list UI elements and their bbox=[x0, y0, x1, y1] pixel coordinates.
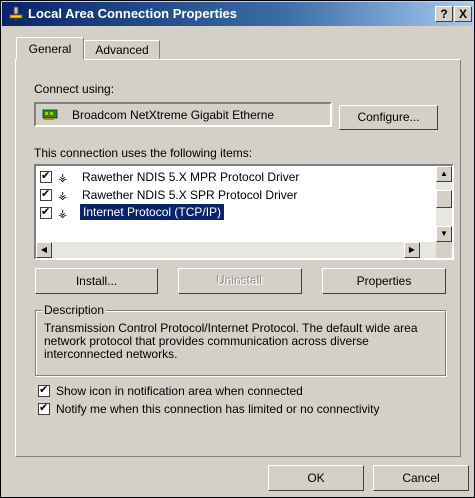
description-title: Description bbox=[42, 303, 107, 317]
protocol-icon: ⚶ bbox=[58, 190, 68, 202]
properties-button[interactable]: Properties bbox=[322, 268, 446, 294]
help-icon: ? bbox=[440, 7, 448, 21]
show-icon-label: Show icon in notification area when conn… bbox=[56, 384, 303, 398]
protocol-icon: ⚶ bbox=[58, 208, 68, 220]
horizontal-scrollbar[interactable]: ◀ ▶ bbox=[36, 242, 436, 258]
adapter-name: Broadcom NetXtreme Gigabit Etherne bbox=[72, 108, 275, 122]
cancel-button-label: Cancel bbox=[402, 471, 440, 485]
scroll-right-button[interactable]: ▶ bbox=[404, 242, 420, 258]
tab-advanced-label: Advanced bbox=[95, 43, 149, 57]
components-list-body: ⚶ Rawether NDIS 5.X MPR Protocol Driver … bbox=[36, 166, 436, 242]
description-text: Transmission Control Protocol/Internet P… bbox=[44, 321, 418, 361]
general-tab-panel: Connect using: Broadcom NetXtreme Gigabi… bbox=[15, 59, 461, 457]
item-checkbox[interactable] bbox=[40, 205, 52, 219]
help-button[interactable]: ? bbox=[435, 6, 453, 22]
vertical-scrollbar[interactable]: ▲ ▼ bbox=[436, 166, 452, 242]
list-item-selected[interactable]: ⚶ Internet Protocol (TCP/IP) bbox=[40, 204, 430, 222]
properties-dialog: Local Area Connection Properties ? X Gen… bbox=[0, 0, 475, 498]
close-icon: X bbox=[458, 7, 467, 21]
item-checkbox[interactable] bbox=[40, 169, 52, 183]
ok-button[interactable]: OK bbox=[268, 465, 364, 491]
title-bar[interactable]: Local Area Connection Properties ? X bbox=[2, 2, 473, 26]
description-group: Description Transmission Control Protoco… bbox=[35, 303, 446, 376]
uninstall-button[interactable]: Uninstall bbox=[178, 268, 302, 294]
show-icon-option[interactable]: Show icon in notification area when conn… bbox=[38, 383, 448, 400]
item-label: Rawether NDIS 5.X SPR Protocol Driver bbox=[82, 188, 298, 202]
components-list[interactable]: ⚶ Rawether NDIS 5.X MPR Protocol Driver … bbox=[34, 164, 454, 260]
item-label: Internet Protocol (TCP/IP) bbox=[80, 204, 225, 220]
window-title: Local Area Connection Properties bbox=[28, 6, 238, 21]
notify-option[interactable]: Notify me when this connection has limit… bbox=[38, 401, 458, 418]
notify-label: Notify me when this connection has limit… bbox=[56, 402, 380, 416]
network-connection-icon bbox=[9, 6, 23, 21]
configure-button-label: Configure... bbox=[357, 110, 420, 124]
scroll-up-button[interactable]: ▲ bbox=[436, 166, 452, 182]
item-checkbox[interactable] bbox=[40, 187, 52, 201]
tab-advanced[interactable]: Advanced bbox=[84, 40, 160, 60]
notify-checkbox[interactable] bbox=[38, 401, 50, 415]
uninstall-button-label: Uninstall bbox=[216, 274, 264, 288]
list-item[interactable]: ⚶ Rawether NDIS 5.X MPR Protocol Driver bbox=[40, 168, 430, 186]
properties-button-label: Properties bbox=[356, 274, 412, 288]
tab-general[interactable]: General bbox=[16, 37, 84, 60]
scroll-left-button[interactable]: ◀ bbox=[36, 242, 52, 258]
network-adapter-icon bbox=[42, 109, 58, 120]
adapter-field: Broadcom NetXtreme Gigabit Etherne bbox=[34, 102, 332, 127]
list-item[interactable]: ⚶ Rawether NDIS 5.X SPR Protocol Driver bbox=[40, 186, 430, 204]
install-button[interactable]: Install... bbox=[35, 268, 158, 294]
item-label: Rawether NDIS 5.X MPR Protocol Driver bbox=[82, 170, 300, 184]
cancel-button[interactable]: Cancel bbox=[373, 465, 469, 491]
configure-button[interactable]: Configure... bbox=[339, 105, 438, 130]
scroll-corner bbox=[436, 242, 452, 258]
connect-using-label: Connect using: bbox=[34, 82, 115, 96]
protocol-icon: ⚶ bbox=[58, 172, 68, 184]
show-icon-checkbox[interactable] bbox=[38, 383, 50, 397]
close-button[interactable]: X bbox=[454, 6, 472, 22]
tab-general-label: General bbox=[28, 42, 72, 56]
ok-button-label: OK bbox=[307, 471, 325, 485]
scroll-down-button[interactable]: ▼ bbox=[436, 226, 452, 242]
scroll-thumb[interactable] bbox=[436, 190, 452, 208]
items-label: This connection uses the following items… bbox=[34, 146, 253, 160]
install-button-label: Install... bbox=[75, 274, 118, 288]
